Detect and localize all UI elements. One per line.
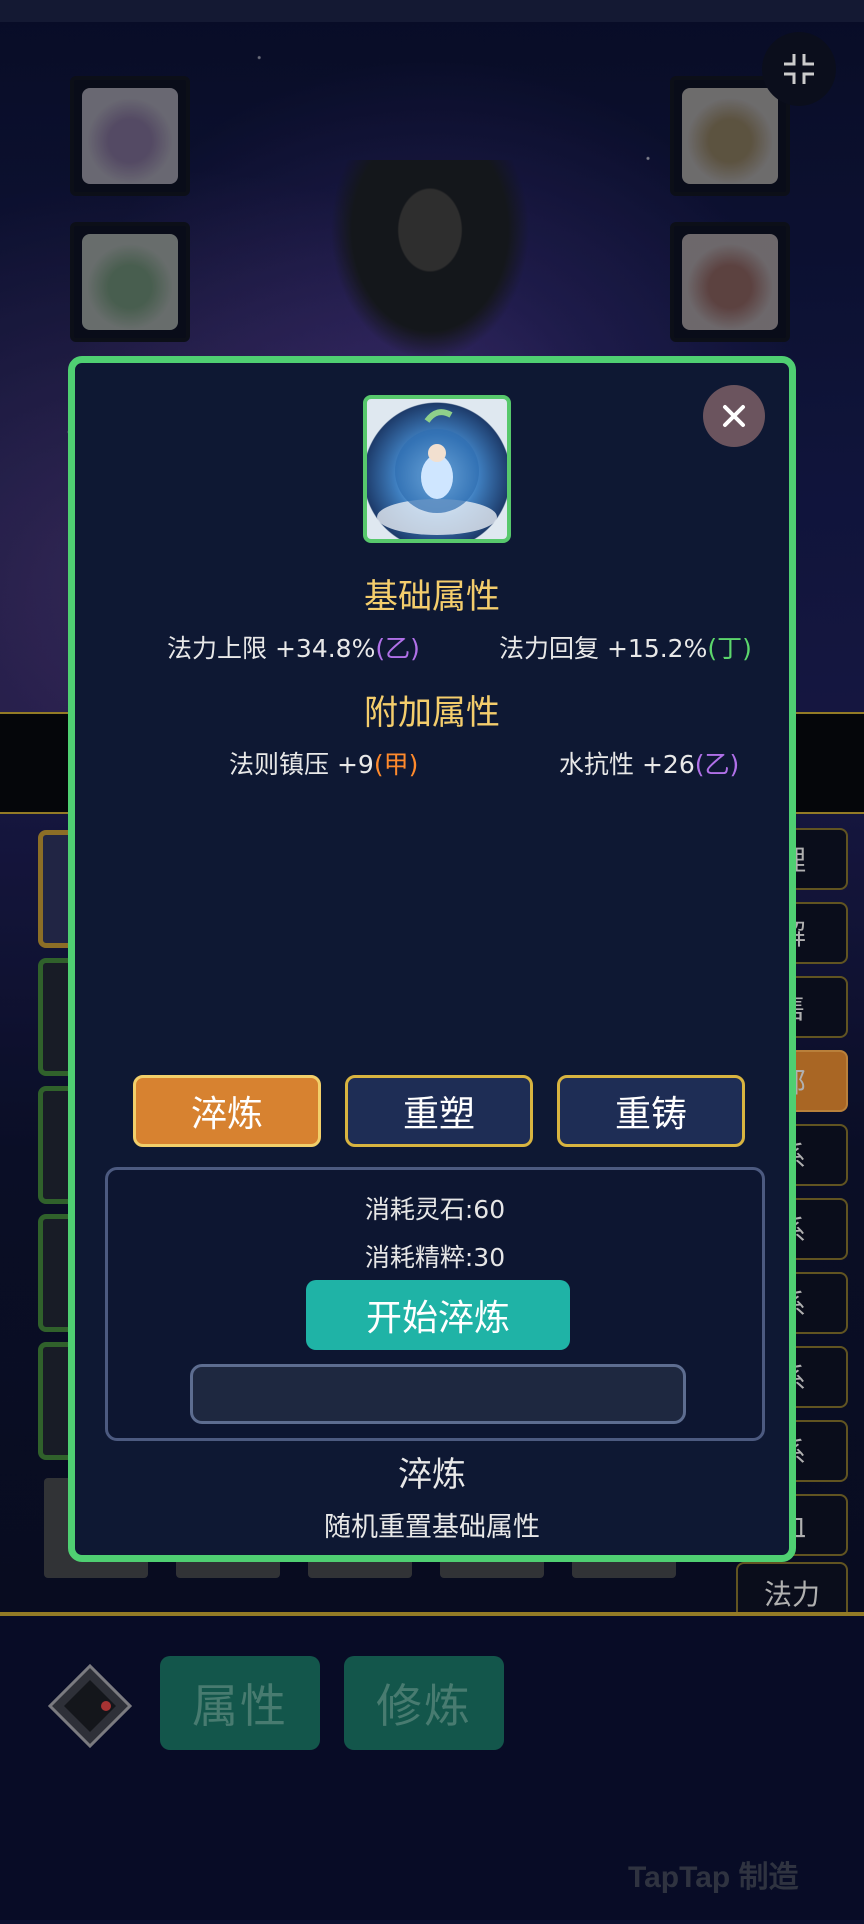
attribute-tier: (乙) (375, 634, 420, 663)
refine-tab-label: 淬炼 (190, 1094, 263, 1135)
close-button[interactable] (703, 385, 765, 447)
description-text: 随机重置基础属性 (324, 1512, 540, 1543)
attribute-value: +26 (641, 750, 695, 779)
reforge-tab-label: 重铸 (614, 1094, 687, 1135)
start-refine-label: 开始淬炼 (365, 1298, 510, 1339)
reshape-tab-button[interactable]: 重塑 (345, 1075, 533, 1147)
description-title: 淬炼 (398, 1455, 466, 1495)
start-refine-button[interactable]: 开始淬炼 (306, 1280, 570, 1350)
reforge-tab-button[interactable]: 重铸 (557, 1075, 745, 1147)
spirit-stone-cost: 消耗灵石:60 (364, 1195, 506, 1224)
base-attribute: 法力回复 +15.2%(丁) (499, 629, 752, 665)
base-attribute: 法力上限 +34.8%(乙) (167, 629, 420, 665)
close-icon (723, 405, 745, 427)
base-attributes-title: 基础属性 (364, 577, 500, 617)
attribute-value: +34.8% (274, 634, 376, 663)
attribute-name: 法力回复 (499, 634, 600, 663)
refine-modal: 基础属性 法力上限 +34.8%(乙) 法力回复 +15.2%(丁) 附加属性 … (68, 356, 796, 1562)
attribute-tier: (丁) (707, 634, 752, 663)
attribute-name: 法则镇压 (229, 750, 330, 779)
reshape-tab-label: 重塑 (402, 1094, 475, 1135)
attribute-name: 法力上限 (167, 634, 268, 663)
attribute-name: 水抗性 (559, 750, 635, 779)
cost-panel: 消耗灵石:60 消耗精粹:30 开始淬炼 (105, 1167, 765, 1441)
attribute-value: +9 (336, 750, 374, 779)
attribute-tier: (乙) (694, 750, 740, 779)
extra-attributes-title: 附加属性 (364, 693, 500, 733)
item-orb-icon (363, 395, 511, 543)
refine-progress-bar (190, 1364, 686, 1424)
refine-tab-button[interactable]: 淬炼 (133, 1075, 321, 1147)
attribute-tier: (甲) (373, 750, 419, 779)
extra-attribute: 法则镇压 +9(甲) (229, 745, 418, 781)
attribute-value: +15.2% (606, 634, 708, 663)
essence-cost: 消耗精粹:30 (364, 1243, 506, 1272)
extra-attribute: 水抗性 +26(乙) (559, 745, 739, 781)
